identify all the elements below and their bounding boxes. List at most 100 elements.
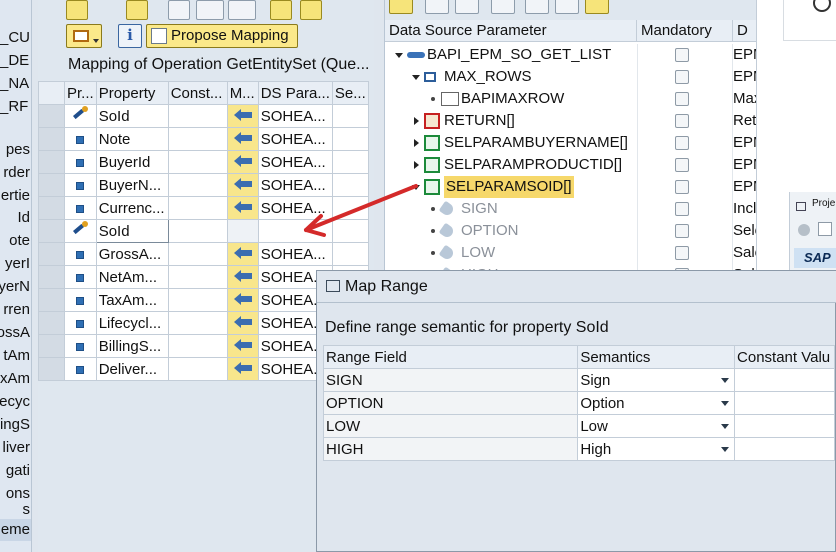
range-row[interactable]: LOW Low: [322, 414, 835, 438]
toolbar-icon-4[interactable]: [491, 0, 515, 14]
property-cell[interactable]: BuyerId: [95, 150, 169, 174]
mandatory-checkbox[interactable]: [675, 92, 689, 106]
mandatory-checkbox[interactable]: [675, 180, 689, 194]
semantics-cell[interactable]: [331, 173, 369, 197]
mandatory-checkbox[interactable]: [675, 136, 689, 150]
tree-node-label[interactable]: BAPI_EPM_SO_GET_LIST: [427, 44, 611, 66]
semantics-dropdown[interactable]: Sign: [577, 368, 736, 392]
mapping-arrow-cell[interactable]: [226, 288, 259, 312]
property-cell[interactable]: NetAm...: [95, 265, 169, 289]
column-header-parameter[interactable]: Data Source Parameter: [385, 20, 637, 42]
mapping-row[interactable]: GrossA... SOHEA...: [38, 242, 369, 266]
range-row[interactable]: SIGN Sign: [322, 368, 835, 392]
left-strip-item[interactable]: rder: [0, 162, 31, 184]
constant-cell[interactable]: [167, 265, 228, 289]
left-strip-item[interactable]: _DE: [0, 50, 31, 72]
toolbar-button-6[interactable]: [270, 0, 292, 20]
dialog-titlebar[interactable]: Map Range: [317, 271, 836, 303]
ds-parameter-cell[interactable]: SOHEA...: [257, 104, 333, 128]
semantics-cell[interactable]: [331, 242, 369, 266]
constant-cell[interactable]: [167, 127, 228, 151]
left-strip-item[interactable]: ossA: [0, 322, 31, 344]
mandatory-checkbox[interactable]: [675, 202, 689, 216]
property-cell[interactable]: SoId: [95, 219, 169, 243]
left-strip-item[interactable]: _CU: [0, 27, 31, 49]
mapping-arrow-cell[interactable]: [226, 265, 259, 289]
toolbar-button-3[interactable]: [168, 0, 190, 20]
property-cell[interactable]: SoId: [95, 104, 169, 128]
mapping-arrow-cell[interactable]: [226, 219, 259, 243]
semantics-dropdown[interactable]: High: [577, 437, 736, 461]
row-selector[interactable]: [38, 357, 65, 381]
mapping-arrow-cell[interactable]: [226, 104, 259, 128]
mapping-arrow-cell[interactable]: [226, 150, 259, 174]
layout-menu-button[interactable]: [66, 24, 102, 48]
left-strip-item[interactable]: ertie: [0, 185, 31, 207]
property-cell[interactable]: BillingS...: [95, 334, 169, 358]
semantics-cell[interactable]: [331, 104, 369, 128]
mandatory-checkbox[interactable]: [675, 48, 689, 62]
tree-node[interactable]: MAX_ROWS EPM: [385, 66, 756, 88]
semantics-dropdown[interactable]: Low: [577, 414, 736, 438]
toolbar-icon-7[interactable]: [585, 0, 609, 14]
mapping-arrow-cell[interactable]: [226, 127, 259, 151]
tree-node-label[interactable]: BAPIMAXROW: [461, 88, 564, 110]
left-strip-item[interactable]: _NA: [0, 73, 31, 95]
toolbar-button-1[interactable]: [66, 0, 88, 20]
property-cell[interactable]: Currenc...: [95, 196, 169, 220]
property-cell[interactable]: Lifecycl...: [95, 311, 169, 335]
left-strip-item[interactable]: tAm: [0, 345, 31, 367]
mapping-column-header[interactable]: M...: [226, 81, 259, 105]
property-cell[interactable]: Deliver...: [95, 357, 169, 381]
left-strip-item[interactable]: s: [0, 499, 31, 521]
tree-node-label[interactable]: RETURN[]: [444, 110, 515, 132]
range-row[interactable]: HIGH High: [322, 437, 835, 461]
property-cell[interactable]: TaxAm...: [95, 288, 169, 312]
range-column-header[interactable]: Semantics: [577, 345, 736, 369]
mapping-column-header[interactable]: Pr...: [64, 81, 97, 105]
info-button[interactable]: i: [118, 24, 142, 48]
row-selector[interactable]: [38, 150, 65, 174]
mapping-arrow-cell[interactable]: [226, 357, 259, 381]
tree-node[interactable]: BAPIMAXROW Max: [385, 88, 756, 110]
constant-cell[interactable]: [167, 242, 228, 266]
expand-icon[interactable]: [389, 0, 413, 14]
constant-cell[interactable]: [167, 288, 228, 312]
semantics-cell[interactable]: [331, 219, 369, 243]
constant-cell[interactable]: [167, 219, 228, 243]
left-strip-item[interactable]: _RF: [0, 96, 31, 118]
left-strip-item[interactable]: ote: [0, 230, 31, 252]
tree-node[interactable]: OPTION Sele: [385, 220, 756, 242]
columns-icon[interactable]: [455, 0, 479, 14]
row-selector[interactable]: [38, 104, 65, 128]
mapping-arrow-cell[interactable]: [226, 311, 259, 335]
constant-cell[interactable]: [167, 311, 228, 335]
mandatory-checkbox[interactable]: [675, 158, 689, 172]
ds-parameter-cell[interactable]: SOHEA...: [257, 242, 333, 266]
left-strip-item[interactable]: xAm: [0, 368, 31, 390]
mapping-arrow-cell[interactable]: [226, 334, 259, 358]
row-selector[interactable]: [38, 242, 65, 266]
tree-node[interactable]: SELPARAMSOID[] EPM: [385, 176, 756, 198]
mandatory-checkbox[interactable]: [675, 224, 689, 238]
mapping-arrow-cell[interactable]: [226, 196, 259, 220]
constant-cell[interactable]: [167, 357, 228, 381]
left-strip-item[interactable]: pes: [0, 139, 31, 161]
constant-value-cell[interactable]: [734, 391, 835, 415]
expand-right-icon[interactable]: [414, 139, 419, 147]
range-column-header[interactable]: Range Field: [322, 345, 579, 369]
left-strip-item[interactable]: rren: [0, 299, 31, 321]
ds-parameter-cell[interactable]: SOHEA...: [257, 150, 333, 174]
tree-node-label[interactable]: SIGN: [461, 198, 498, 220]
mapping-row[interactable]: SoId SOHEA...: [38, 104, 369, 128]
column-header-d[interactable]: D: [733, 20, 756, 42]
ds-parameter-cell[interactable]: SOHEA...: [257, 196, 333, 220]
semantics-dropdown[interactable]: Option: [577, 391, 736, 415]
property-cell[interactable]: GrossA...: [95, 242, 169, 266]
mapping-row[interactable]: BuyerId SOHEA...: [38, 150, 369, 174]
mapping-row[interactable]: BuyerN... SOHEA...: [38, 173, 369, 197]
mapping-row[interactable]: Note SOHEA...: [38, 127, 369, 151]
delete-row-icon[interactable]: [228, 0, 256, 20]
left-strip-item[interactable]: liver: [0, 437, 31, 459]
left-strip-item[interactable]: yerN: [0, 276, 31, 298]
